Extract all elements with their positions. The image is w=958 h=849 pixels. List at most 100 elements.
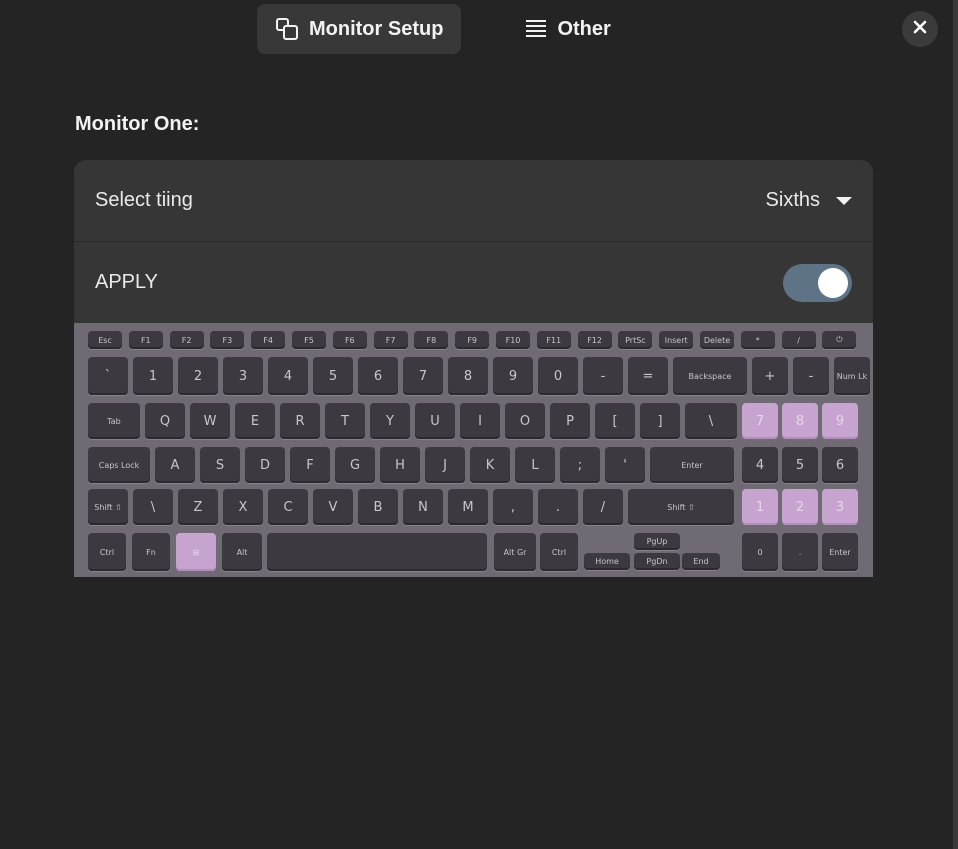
keyboard-key: ⏻ bbox=[822, 331, 857, 349]
keyboard-key: Y bbox=[370, 403, 410, 439]
keyboard-key: End bbox=[682, 553, 720, 570]
keyboard-key: Enter bbox=[650, 447, 734, 483]
keyboard-key: 7 bbox=[403, 357, 443, 395]
keyboard-key: W bbox=[190, 403, 230, 439]
keyboard-key: J bbox=[425, 447, 465, 483]
keyboard-key: I bbox=[460, 403, 500, 439]
keyboard-key: 4 bbox=[268, 357, 308, 395]
keyboard-key: 0 bbox=[538, 357, 578, 395]
keyboard-key bbox=[267, 533, 487, 571]
keyboard-key: F6 bbox=[332, 331, 367, 349]
keyboard-key: T bbox=[325, 403, 365, 439]
chevron-down-icon bbox=[836, 196, 852, 205]
keyboard-key: S bbox=[200, 447, 240, 483]
keyboard-key: X bbox=[223, 489, 263, 525]
keyboard-key: - bbox=[793, 357, 829, 395]
keyboard-key: Ctrl bbox=[540, 533, 578, 571]
keyboard-key: . bbox=[538, 489, 578, 525]
keyboard-key: Alt bbox=[222, 533, 262, 571]
keyboard-key: PrtSc bbox=[618, 331, 653, 349]
keyboard-key: Q bbox=[145, 403, 185, 439]
keyboard-key: D bbox=[245, 447, 285, 483]
apply-label: APPLY bbox=[95, 271, 158, 293]
keyboard-key: * bbox=[740, 331, 775, 349]
keyboard-key: B bbox=[358, 489, 398, 525]
keyboard-key: F11 bbox=[536, 331, 571, 349]
keyboard-key: K bbox=[470, 447, 510, 483]
keyboard-key: Backspace bbox=[673, 357, 747, 395]
keyboard-key: 3 bbox=[822, 489, 858, 525]
keyboard-key: 5 bbox=[782, 447, 818, 483]
tiling-label: Select tiing bbox=[95, 189, 193, 211]
close-icon bbox=[913, 20, 927, 39]
keyboard-key: E bbox=[235, 403, 275, 439]
keyboard-key: \ bbox=[685, 403, 737, 439]
keyboard-preview-image: Esc F1 F2 F3 F4 F5 F6 F7 F8 F9 F10 F11 F12 PrtSc Inser… bbox=[74, 323, 873, 577]
keyboard-key: ` bbox=[88, 357, 128, 395]
keyboard-key: Z bbox=[178, 489, 218, 525]
tiling-value: Sixths bbox=[765, 189, 820, 211]
keyboard-key: M bbox=[448, 489, 488, 525]
keyboard-key: ] bbox=[640, 403, 680, 439]
toggle-knob bbox=[818, 267, 848, 298]
keyboard-key: H bbox=[380, 447, 420, 483]
keyboard-key: F bbox=[290, 447, 330, 483]
keyboard-key: F12 bbox=[577, 331, 612, 349]
keyboard-key: Tab bbox=[88, 403, 140, 439]
keyboard-key: 8 bbox=[448, 357, 488, 395]
keyboard-key: F9 bbox=[455, 331, 490, 349]
keyboard-key: F7 bbox=[373, 331, 408, 349]
keyboard-key: Num Lk bbox=[834, 357, 870, 395]
keyboard-key: + bbox=[752, 357, 788, 395]
keyboard-key: G bbox=[335, 447, 375, 483]
apply-row: APPLY bbox=[74, 241, 873, 323]
keyboard-key: F3 bbox=[210, 331, 245, 349]
keyboard-key: C bbox=[268, 489, 308, 525]
keyboard-key: 9 bbox=[493, 357, 533, 395]
tiling-dropdown[interactable]: Sixths bbox=[766, 189, 852, 212]
keyboard-key: 3 bbox=[223, 357, 263, 395]
keyboard-key: [ bbox=[595, 403, 635, 439]
keyboard-key: Delete bbox=[700, 331, 734, 349]
keyboard-key: Caps Lock bbox=[88, 447, 150, 483]
keyboard-key: 1 bbox=[742, 489, 778, 525]
keyboard-key: V bbox=[313, 489, 353, 525]
keyboard-key: F5 bbox=[292, 331, 326, 349]
keyboard-key: Shift ⇧ bbox=[628, 489, 734, 525]
keyboard-key: = bbox=[628, 357, 668, 395]
keyboard-key: ; bbox=[560, 447, 600, 483]
window-edge bbox=[953, 0, 958, 849]
keyboard-key: F8 bbox=[414, 331, 449, 349]
keyboard-key: 6 bbox=[822, 447, 858, 483]
keyboard-key: / bbox=[781, 331, 816, 349]
keyboard-key: R bbox=[280, 403, 320, 439]
apply-toggle[interactable] bbox=[783, 263, 852, 302]
keyboard-key: 0 bbox=[742, 533, 778, 571]
keyboard-key: F4 bbox=[251, 331, 286, 349]
keyboard-key: F10 bbox=[496, 331, 530, 349]
close-button[interactable] bbox=[902, 11, 938, 47]
keyboard-key: / bbox=[583, 489, 623, 525]
tab-bar: Monitor Setup Other bbox=[257, 4, 629, 54]
keyboard-key: 6 bbox=[358, 357, 398, 395]
tiling-row: Select tiing Sixths bbox=[74, 160, 873, 241]
tab-other-label: Other bbox=[557, 17, 611, 40]
tab-other[interactable]: Other bbox=[507, 4, 628, 54]
section-title: Monitor One: bbox=[75, 113, 200, 135]
keyboard-key: F1 bbox=[128, 331, 163, 349]
keyboard-key: ' bbox=[605, 447, 645, 483]
monitors-icon bbox=[275, 17, 299, 41]
keyboard-key: PgUp bbox=[634, 533, 680, 550]
keyboard-key: N bbox=[403, 489, 443, 525]
settings-window: Monitor Setup Other Monitor One: Select … bbox=[0, 0, 953, 849]
list-icon bbox=[525, 18, 547, 40]
keyboard-key: L bbox=[515, 447, 555, 483]
keyboard-key: Ctrl bbox=[88, 533, 126, 571]
keyboard-key: Home bbox=[584, 553, 630, 570]
keyboard-key: O bbox=[505, 403, 545, 439]
keyboard-key: 9 bbox=[822, 403, 858, 439]
tab-monitor-setup[interactable]: Monitor Setup bbox=[257, 4, 462, 54]
keyboard-key: A bbox=[155, 447, 195, 483]
keyboard-key: P bbox=[550, 403, 590, 439]
keyboard-key: Fn bbox=[132, 533, 170, 571]
